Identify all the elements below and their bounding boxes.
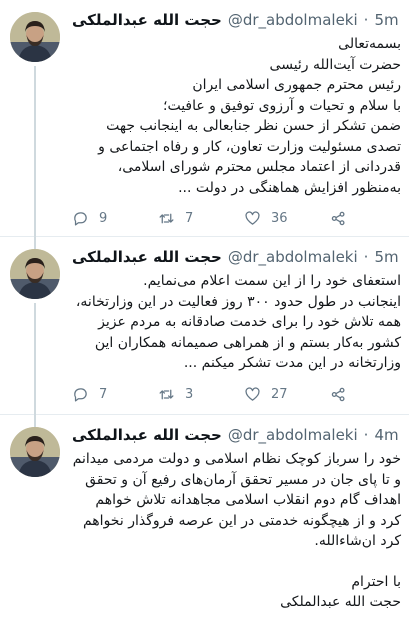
heart-icon bbox=[245, 210, 260, 225]
tweet-line: اهداف گام دوم انقلاب اسلامی مجاهدانه تلا… bbox=[95, 492, 401, 508]
tweet-text: خود را سرباز کوچک نظام اسلامی و دولت مرد… bbox=[72, 449, 401, 613]
tweet-line: و تا پای جان در مسیر تحقق آرمان‌های رفیع… bbox=[85, 471, 401, 488]
tweet-header: حجت الله عبدالملکی @dr_abdolmaleki · 4m bbox=[72, 423, 403, 447]
tweet-line: وزارتخانه در این مدت تشکر میکنم ... bbox=[183, 355, 401, 371]
tweet-line: استعفای خود را از این سمت اعلام می‌نمایم… bbox=[143, 273, 401, 289]
tweet-line: همه تلاش خود را برای خدمت صادقانه به مرد… bbox=[98, 314, 401, 330]
tweet-line: کرد و از هیچگونه خدمتی در این عرصه فروگذ… bbox=[82, 512, 401, 529]
speech-bubble-icon bbox=[74, 387, 87, 402]
tweet-line: کرد ان‌شاءالله. bbox=[314, 533, 401, 549]
separator-dot: · bbox=[363, 11, 369, 29]
tweet-line: قدردانی از اعتماد مجلس محترم شورای اسلام… bbox=[117, 159, 401, 175]
tweet-2[interactable]: حجت الله عبدالملکی @dr_abdolmaleki · 5m … bbox=[0, 237, 409, 415]
tweet-thread: حجت الله عبدالملکی @dr_abdolmaleki · 5m … bbox=[0, 0, 409, 620]
tweet-line: با سلام و تحیات و آرزوی توفیق و عافیت؛ bbox=[163, 97, 401, 114]
reply-button[interactable]: 9 bbox=[72, 210, 158, 227]
tweet-time[interactable]: 4m bbox=[374, 426, 398, 444]
tweet-1[interactable]: حجت الله عبدالملکی @dr_abdolmaleki · 5m … bbox=[0, 0, 409, 237]
like-button[interactable]: 36 bbox=[244, 210, 330, 227]
thread-connector bbox=[34, 415, 36, 427]
share-button[interactable] bbox=[330, 386, 370, 403]
tweet-text: استعفای خود را از این سمت اعلام می‌نمایم… bbox=[72, 271, 401, 374]
tweet-line: ضمن تشکر از حسن نظر جنابعالی به اینجانب … bbox=[106, 118, 401, 134]
share-nodes-icon bbox=[331, 211, 345, 225]
retweet-arrows-icon bbox=[159, 389, 174, 399]
tweet-line: اینجانب در طول حدود ۳۰۰ روز فعالیت در ای… bbox=[75, 293, 401, 310]
tweet-line: خود را سرباز کوچک نظام اسلامی و دولت مرد… bbox=[72, 451, 401, 467]
tweet-text: بسمه‌تعالی حضرت آیت‌الله رئیسی رئیس محتر… bbox=[72, 34, 401, 198]
avatar[interactable] bbox=[10, 427, 60, 477]
speech-bubble-icon bbox=[74, 211, 87, 226]
tweet-time[interactable]: 5m bbox=[374, 248, 398, 266]
retweet-button[interactable]: 7 bbox=[158, 210, 244, 227]
thread-connector bbox=[34, 66, 36, 237]
retweet-count: 3 bbox=[185, 386, 194, 402]
avatar[interactable] bbox=[10, 12, 60, 62]
share-button[interactable] bbox=[330, 210, 370, 227]
tweet-actions: 7 3 27 bbox=[72, 383, 372, 405]
reply-button[interactable]: 7 bbox=[72, 386, 158, 403]
tweet-actions: 9 7 36 bbox=[72, 207, 372, 229]
author-handle[interactable]: @dr_abdolmaleki bbox=[228, 11, 358, 29]
tweet-line: تصدی مسئولیت وزارت تعاون، کار و رفاه اجت… bbox=[98, 138, 401, 155]
author-name[interactable]: حجت الله عبدالملکی bbox=[72, 426, 222, 444]
author-handle[interactable]: @dr_abdolmaleki bbox=[228, 426, 358, 444]
avatar[interactable] bbox=[10, 249, 60, 299]
retweet-button[interactable]: 3 bbox=[158, 386, 244, 403]
thread-connector bbox=[34, 303, 36, 415]
share-nodes-icon bbox=[331, 387, 345, 401]
tweet-line: بسمه‌تعالی bbox=[338, 36, 401, 52]
tweet-line: رئیس محترم جمهوری اسلامی ایران bbox=[192, 77, 401, 93]
tweet-time[interactable]: 5m bbox=[374, 11, 398, 29]
signature-line: حجت الله عبدالملکی bbox=[280, 594, 401, 610]
reply-count: 9 bbox=[99, 210, 108, 226]
separator-dot: · bbox=[363, 426, 369, 444]
closing-line: با احترام bbox=[351, 573, 401, 590]
tweet-3[interactable]: حجت الله عبدالملکی @dr_abdolmaleki · 4m … bbox=[0, 415, 409, 620]
author-name[interactable]: حجت الله عبدالملکی bbox=[72, 248, 222, 266]
like-count: 36 bbox=[271, 210, 288, 226]
thread-connector bbox=[34, 237, 36, 249]
retweet-count: 7 bbox=[185, 210, 194, 226]
like-button[interactable]: 27 bbox=[244, 386, 330, 403]
retweet-arrows-icon bbox=[159, 213, 174, 223]
author-handle[interactable]: @dr_abdolmaleki bbox=[228, 248, 358, 266]
tweet-line: کشور به‌کار بستم و از همراهی صمیمانه همک… bbox=[94, 334, 401, 351]
separator-dot: · bbox=[363, 248, 369, 266]
like-count: 27 bbox=[271, 386, 288, 402]
tweet-line: حضرت آیت‌الله رئیسی bbox=[269, 56, 401, 73]
tweet-line: به‌منظور افزایش هماهنگی در دولت ... bbox=[178, 179, 401, 196]
tweet-header: حجت الله عبدالملکی @dr_abdolmaleki · 5m bbox=[72, 8, 403, 32]
reply-count: 7 bbox=[99, 386, 108, 402]
tweet-header: حجت الله عبدالملکی @dr_abdolmaleki · 5m bbox=[72, 245, 403, 269]
heart-icon bbox=[245, 386, 260, 401]
author-name[interactable]: حجت الله عبدالملکی bbox=[72, 11, 222, 29]
